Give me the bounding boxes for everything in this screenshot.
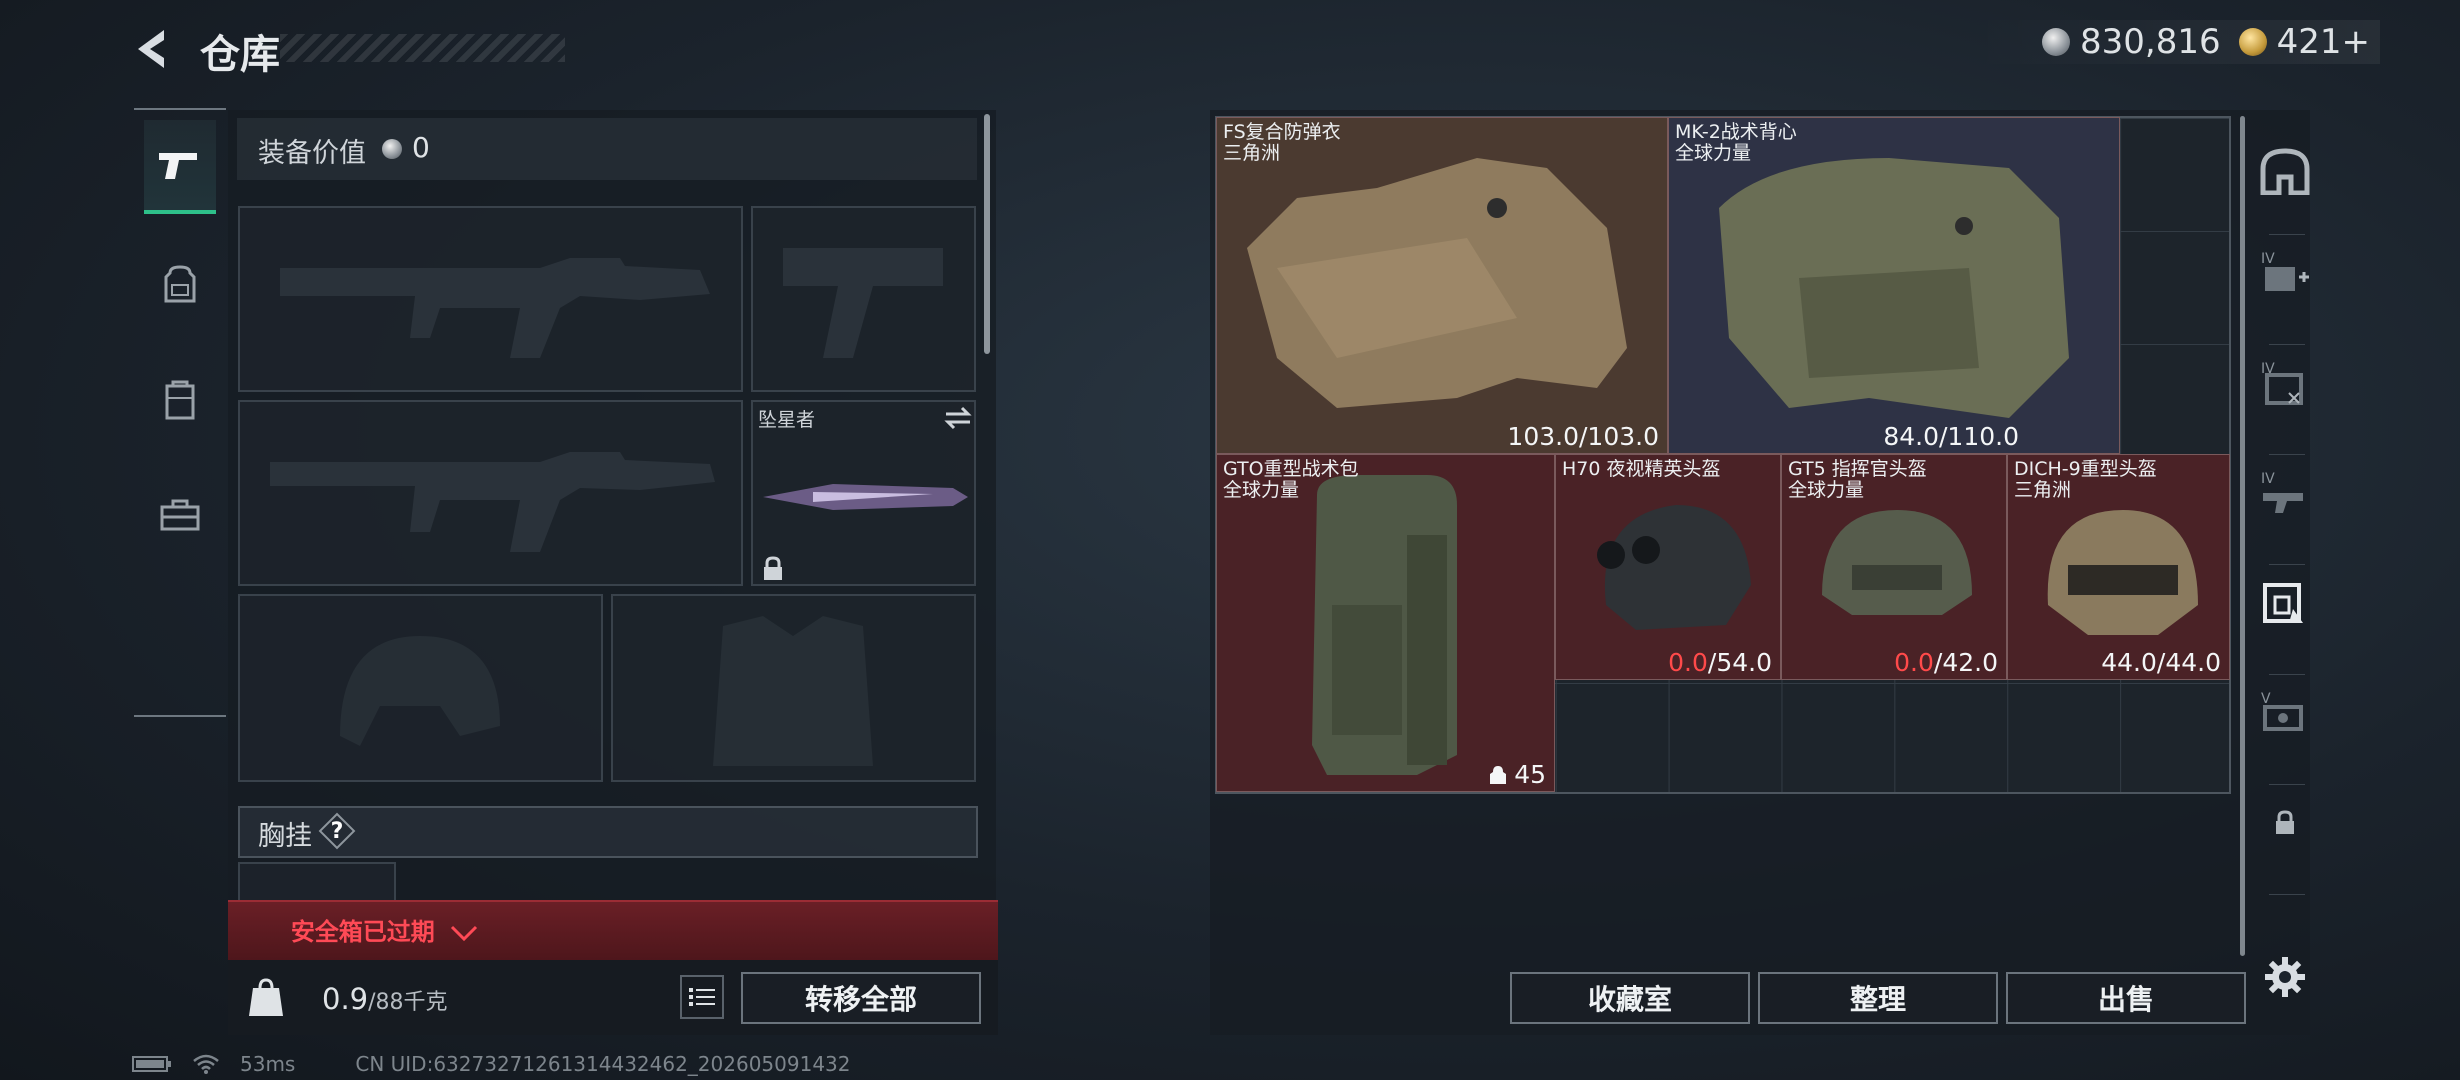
silver-amount: 830,816 <box>2080 22 2221 62</box>
nav-toolbox[interactable] <box>144 470 216 560</box>
title-decoration <box>280 34 565 62</box>
stash-item-tactical-vest[interactable]: MK-2战术背心 全球力量 84.0/110.0 <box>1668 117 2120 454</box>
silver-coin-icon <box>382 139 402 159</box>
weight-icon <box>248 978 284 1018</box>
nav-tier5[interactable]: V <box>2255 678 2315 748</box>
rifle-silhouette-icon <box>280 258 710 358</box>
wifi-icon <box>193 1054 219 1074</box>
secure-box-status: 安全箱已过期 <box>0 912 770 947</box>
nav-weapons[interactable] <box>144 120 216 214</box>
stash-item-backpack[interactable]: GTO重型战术包 全球力量 45 <box>1216 454 1555 792</box>
tactical-vest-icon <box>1719 158 2069 418</box>
stash-home-icon <box>2260 148 2310 195</box>
capacity-icon <box>1490 765 1507 784</box>
status-bar: 53ms CN UID:63273271261314432462_2026050… <box>132 1052 851 1076</box>
nav-vest[interactable] <box>2255 568 2315 638</box>
back-arrow-icon <box>138 30 164 68</box>
settings-gear-icon <box>2265 957 2305 997</box>
gold-coin-icon <box>2238 28 2267 56</box>
lock-icon <box>2276 810 2294 834</box>
chest-rig-slot[interactable] <box>238 862 396 902</box>
secondary-weapon-slot[interactable] <box>238 400 743 586</box>
nav-stash-home[interactable] <box>2255 136 2315 206</box>
weight-current: 0.9 <box>322 982 369 1016</box>
stash-item-nv-helmet[interactable]: H70 夜视精英头盔 0.0/54.0 <box>1555 454 1781 680</box>
stash-item-body-armor[interactable]: FS复合防弹衣 三角洲 103.0/103.0 <box>1216 117 1668 454</box>
gold-amount: 421+ <box>2276 22 2370 62</box>
nav-chest-rig[interactable] <box>144 355 216 445</box>
nav-backpack[interactable] <box>144 240 216 330</box>
svg-text:V: V <box>2261 691 2271 707</box>
weight-max: /88千克 <box>368 990 448 1015</box>
help-button[interactable]: ? <box>320 814 354 848</box>
stash-filter-nav: IV IV IV V <box>2255 116 2315 1036</box>
primary-weapon-slot[interactable] <box>238 206 743 392</box>
settings-button[interactable] <box>2255 942 2315 1012</box>
chevron-down-icon <box>451 925 478 942</box>
heavy-backpack-icon <box>1312 475 1457 775</box>
stash-scrollbar[interactable] <box>2240 116 2245 956</box>
svg-text:IV: IV <box>2261 471 2275 487</box>
body-armor-slot[interactable] <box>611 594 976 782</box>
helmet-slot[interactable] <box>238 594 603 782</box>
rifle-silhouette-icon <box>270 452 715 552</box>
lock-icon <box>762 556 784 586</box>
backpack-icon <box>164 265 196 303</box>
gold-currency[interactable]: 421+ <box>2238 22 2370 62</box>
night-vision-helmet-icon <box>1597 505 1751 630</box>
currency-bar: 830,816 421+ <box>1972 20 2380 64</box>
battery-icon <box>132 1056 171 1072</box>
list-icon <box>689 988 715 1006</box>
nav-locked[interactable] <box>2255 788 2315 858</box>
silver-coin-icon <box>2042 28 2070 56</box>
loadout-scrollbar[interactable] <box>984 114 990 354</box>
pistol-icon <box>159 153 197 179</box>
toolbox-icon <box>160 499 200 531</box>
weight-readout: 0.9/88千克 <box>322 982 448 1016</box>
chest-rig-label: 胸挂 <box>258 821 312 852</box>
stash-item-commander-helmet[interactable]: GT5 指挥官头盔 全球力量 0.0/42.0 <box>1781 454 2007 680</box>
collection-room-button[interactable]: 收藏室 <box>1510 972 1750 1024</box>
page-title: 仓库 <box>200 32 280 78</box>
stash-item-heavy-helmet[interactable]: DICH-9重型头盔 三角洲 44.0/44.0 <box>2007 454 2230 680</box>
swap-icon[interactable] <box>944 406 972 434</box>
item-tier5-icon: V <box>2261 691 2303 731</box>
equipment-value-label: 装备价值 <box>258 138 366 169</box>
back-button[interactable] <box>130 24 180 74</box>
medkit-tier4-icon: IV <box>2261 251 2309 291</box>
transfer-all-button[interactable]: 转移全部 <box>741 972 981 1024</box>
sidearm-slot[interactable] <box>751 206 976 392</box>
nav-armor[interactable]: IV <box>2255 348 2315 418</box>
sell-button[interactable]: 出售 <box>2006 972 2246 1024</box>
pistol-silhouette-icon <box>783 248 943 358</box>
ping-readout: 53ms <box>240 1052 296 1076</box>
body-armor-icon <box>1247 158 1627 408</box>
loadout-category-nav <box>134 108 226 717</box>
sort-button[interactable]: 整理 <box>1758 972 1998 1024</box>
helmet-silhouette-icon <box>340 636 500 746</box>
chest-rig-icon <box>165 380 195 420</box>
weapon-tier4-icon: IV <box>2261 471 2303 513</box>
list-view-button[interactable] <box>680 975 724 1019</box>
vest-tier4-icon <box>2263 583 2303 623</box>
nav-weapon[interactable]: IV <box>2255 458 2315 528</box>
armor-silhouette-icon <box>713 616 873 766</box>
uid-readout: CN UID:63273271261314432462_202605091432 <box>355 1052 851 1076</box>
svg-text:IV: IV <box>2261 251 2275 267</box>
armor-tier4-icon: IV <box>2261 361 2303 405</box>
nav-medkit[interactable]: IV <box>2255 238 2315 308</box>
silver-currency[interactable]: 830,816 <box>2042 22 2221 62</box>
melee-name: 坠星者 <box>758 409 816 431</box>
equipment-value: 0 <box>412 131 430 164</box>
